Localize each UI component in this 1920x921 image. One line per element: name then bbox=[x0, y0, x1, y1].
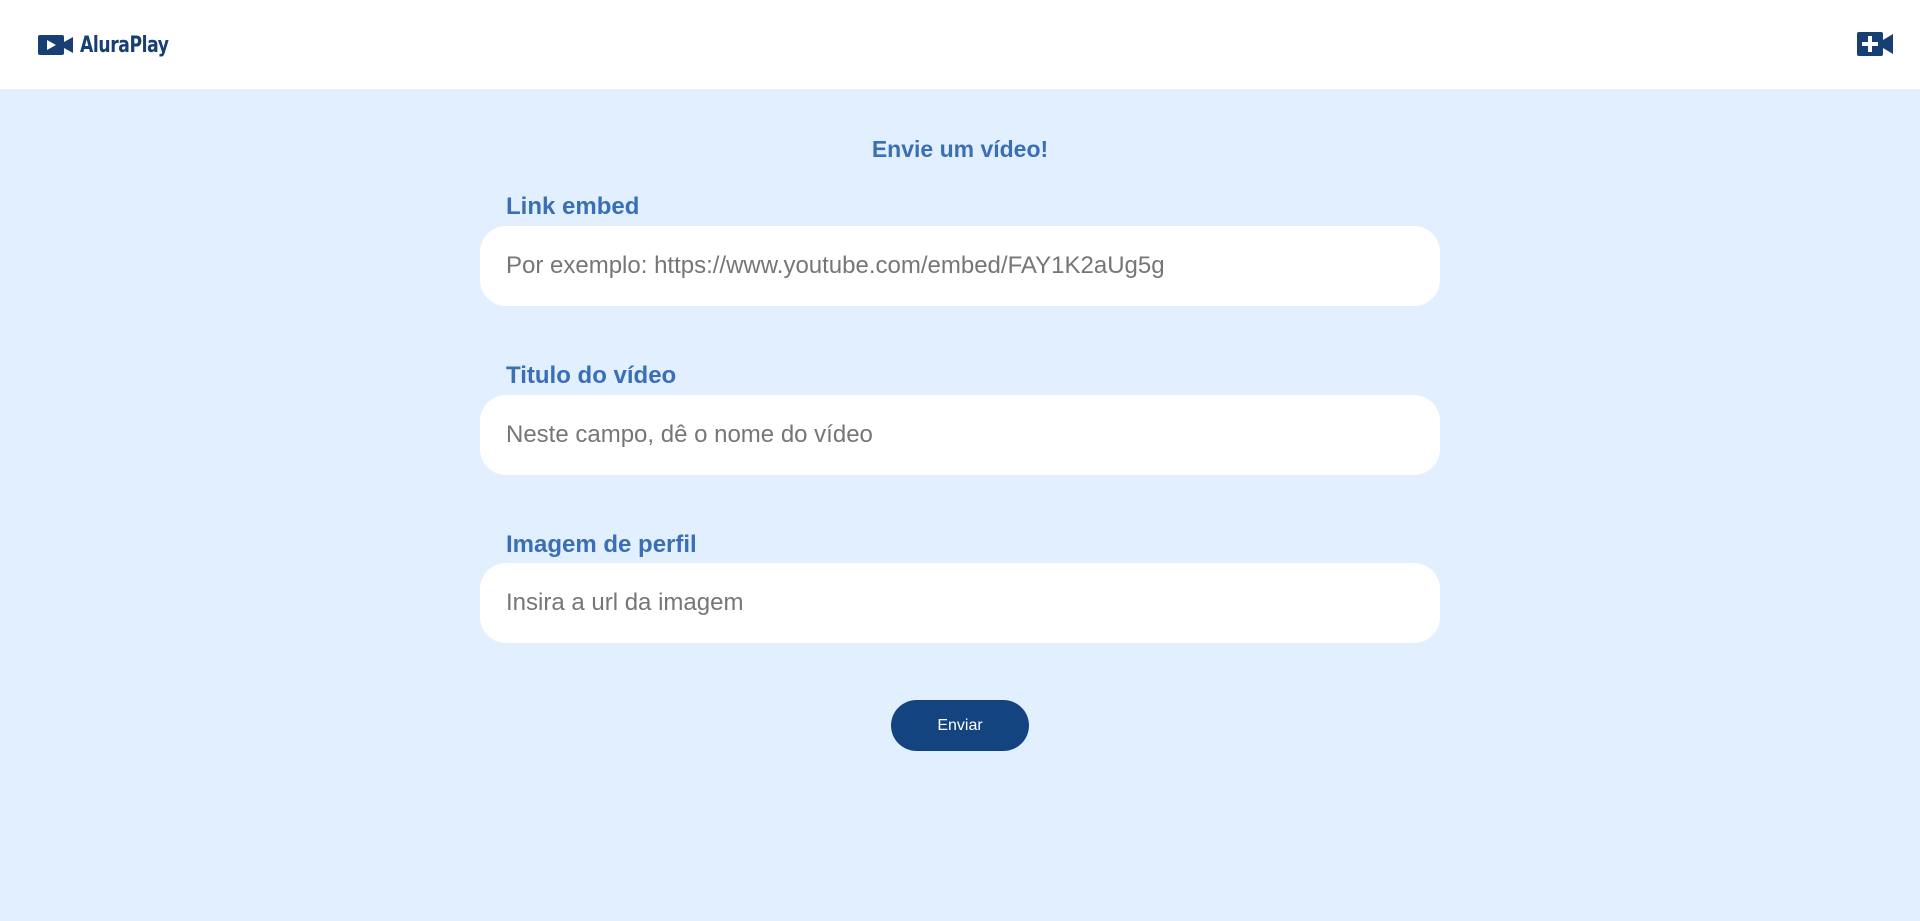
alura-play-logo[interactable]: AluraPlay bbox=[38, 30, 194, 60]
add-video-icon[interactable] bbox=[1857, 32, 1893, 56]
submit-button[interactable]: Enviar bbox=[891, 700, 1029, 751]
page-title: Envie um vídeo! bbox=[871, 136, 1049, 162]
video-camera-logo-icon bbox=[38, 34, 74, 56]
link-embed-label: Link embed bbox=[506, 193, 640, 220]
video-title-input[interactable] bbox=[480, 395, 1440, 475]
upload-form-section: Envie um vídeo! Link embed Titulo do víd… bbox=[0, 89, 1920, 921]
link-embed-input[interactable] bbox=[480, 226, 1440, 306]
site-header: AluraPlay bbox=[0, 0, 1920, 89]
profile-image-input[interactable] bbox=[480, 563, 1440, 643]
logo-text: AluraPlay bbox=[80, 32, 169, 58]
profile-image-label: Imagem de perfil bbox=[506, 531, 697, 558]
video-title-label: Titulo do vídeo bbox=[506, 362, 677, 389]
